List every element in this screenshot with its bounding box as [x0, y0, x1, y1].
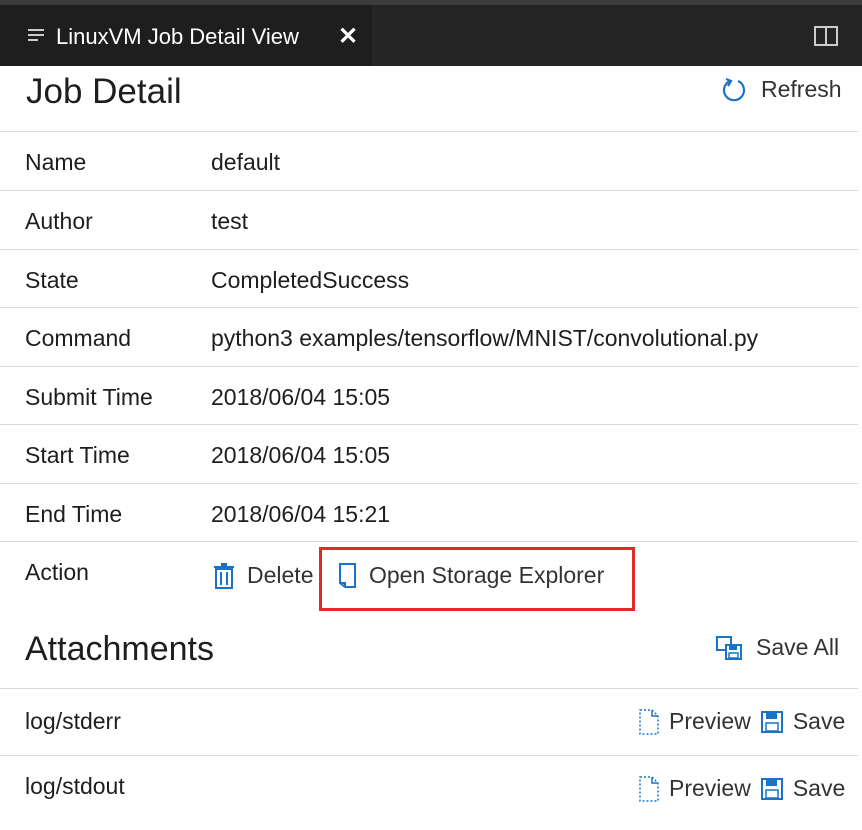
attachment-name: log/stderr: [25, 708, 121, 734]
detail-value: CompletedSuccess: [211, 267, 410, 293]
save-all-label: Save All: [756, 634, 840, 660]
page-title: Job Detail: [26, 72, 182, 111]
detail-row-submit-time: Submit Time 2018/06/04 15:05: [0, 366, 858, 425]
detail-value: 2018/06/04 15:05: [211, 442, 391, 468]
action-label: Action: [25, 559, 89, 585]
delete-button[interactable]: Delete: [213, 562, 313, 589]
attachment-actions: Preview Save: [639, 708, 855, 735]
detail-label: End Time: [25, 501, 123, 527]
tab-job-detail[interactable]: LinuxVM Job Detail View ✕: [0, 5, 372, 66]
preview-button[interactable]: Preview: [639, 708, 751, 735]
attachment-row: log/stdout Preview Save: [0, 755, 858, 822]
save-label: Save: [792, 775, 846, 801]
file-icon: [639, 708, 659, 735]
detail-row-start-time: Start Time 2018/06/04 15:05: [0, 424, 858, 483]
detail-label: Submit Time: [25, 384, 153, 410]
save-all-icon: [716, 635, 742, 660]
save-icon: [760, 777, 783, 800]
detail-label: Author: [25, 208, 93, 234]
detail-label: Start Time: [25, 442, 130, 468]
refresh-button[interactable]: Refresh: [721, 76, 842, 103]
attachment-actions: Preview Save: [639, 775, 855, 802]
attachment-row: log/stderr Preview Save: [0, 688, 858, 755]
preview-button[interactable]: Preview: [639, 775, 751, 802]
detail-row-command: Command python3 examples/tensorflow/MNIS…: [0, 307, 858, 366]
refresh-label: Refresh: [761, 76, 842, 102]
detail-value: default: [211, 149, 281, 175]
delete-label: Delete: [247, 562, 314, 588]
save-button[interactable]: Save: [760, 708, 846, 735]
detail-value: python3 examples/tensorflow/MNIST/convol…: [211, 325, 759, 351]
close-icon[interactable]: ✕: [338, 22, 358, 51]
save-button[interactable]: Save: [760, 775, 846, 802]
detail-row-name: Name default: [0, 131, 858, 190]
save-label: Save: [792, 708, 846, 734]
trash-icon: [214, 562, 234, 589]
detail-value: 2018/06/04 15:05: [211, 384, 391, 410]
detail-label: Name: [25, 149, 87, 175]
attachment-name: log/stdout: [25, 773, 125, 799]
file-icon: [639, 775, 659, 802]
attachments-title: Attachments: [25, 630, 214, 668]
split-editor-icon[interactable]: [814, 26, 838, 46]
document-lines-icon: [28, 29, 44, 43]
refresh-icon: [722, 77, 746, 101]
highlight-box: [319, 547, 635, 611]
detail-value: 2018/06/04 15:21: [211, 501, 391, 527]
save-icon: [760, 710, 783, 733]
detail-row-state: State CompletedSuccess: [0, 249, 858, 308]
tab-title: LinuxVM Job Detail View: [56, 24, 299, 49]
save-all-button[interactable]: Save All: [716, 634, 839, 661]
detail-label: State: [25, 267, 79, 293]
preview-label: Preview: [669, 708, 751, 734]
preview-label: Preview: [669, 775, 751, 801]
detail-row-author: Author test: [0, 190, 858, 249]
detail-label: Command: [25, 325, 132, 351]
detail-row-end-time: End Time 2018/06/04 15:21: [0, 483, 858, 542]
detail-value: test: [211, 208, 249, 234]
